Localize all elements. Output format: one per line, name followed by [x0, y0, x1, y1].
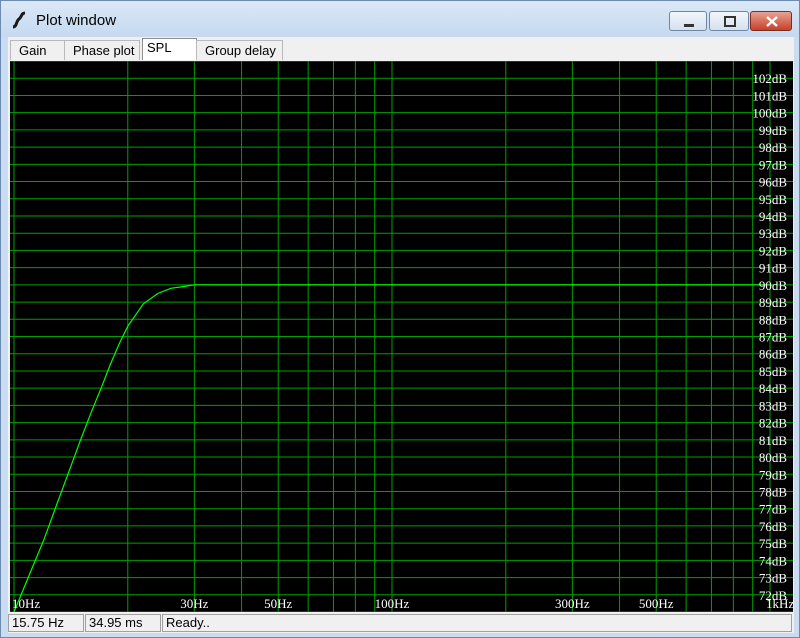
tab-group-delay[interactable]: Group delay: [196, 40, 283, 60]
y-tick-label: 76dB: [759, 519, 788, 534]
app-icon: [12, 11, 26, 29]
y-tick-label: 77dB: [759, 502, 788, 517]
x-tick-label: 50Hz: [264, 596, 292, 611]
y-tick-label: 86dB: [759, 347, 788, 362]
title-bar[interactable]: Plot window: [1, 1, 799, 37]
minimize-button[interactable]: [669, 11, 707, 31]
window-title: Plot window: [36, 12, 117, 29]
maximize-icon: [724, 16, 736, 27]
y-tick-label: 98dB: [759, 140, 788, 155]
y-tick-label: 78dB: [759, 484, 788, 499]
y-tick-label: 83dB: [759, 398, 788, 413]
tab-phase-plot[interactable]: Phase plot: [64, 40, 140, 60]
y-tick-label: 88dB: [759, 312, 788, 327]
y-tick-label: 90dB: [759, 278, 788, 293]
y-tick-label: 89dB: [759, 295, 788, 310]
status-message: Ready..: [162, 614, 792, 632]
spl-chart: 102dB 101dB 100dB 99dB 98dB 97dB 96dB 95dB 94dB 9…: [10, 60, 794, 613]
y-tick-label: 101dB: [752, 88, 787, 103]
y-tick-label: 87dB: [759, 330, 788, 345]
x-tick-label: 100Hz: [375, 596, 410, 611]
tab-strip: Gain Phase plot SPL Group delay: [8, 37, 794, 61]
x-tick-label: 30Hz: [180, 596, 208, 611]
y-tick-label: 93dB: [759, 226, 788, 241]
close-icon: [766, 16, 778, 27]
y-tick-label: 85dB: [759, 364, 788, 379]
y-tick-label: 97dB: [759, 157, 788, 172]
status-frequency: 15.75 Hz: [8, 614, 84, 632]
x-tick-label: 300Hz: [555, 596, 590, 611]
y-tick-label: 102dB: [752, 71, 787, 86]
y-tick-label: 92dB: [759, 243, 788, 258]
minimize-icon: [684, 24, 694, 27]
maximize-button[interactable]: [709, 11, 749, 31]
tab-gain[interactable]: Gain: [10, 40, 66, 60]
y-tick-label: 81dB: [759, 433, 788, 448]
y-tick-label: 99dB: [759, 123, 788, 138]
y-tick-label: 74dB: [759, 553, 788, 568]
x-tick-label: 1kHz: [766, 596, 793, 611]
y-tick-label: 94dB: [759, 209, 788, 224]
y-tick-label: 79dB: [759, 467, 788, 482]
y-tick-label: 91dB: [759, 261, 788, 276]
y-tick-label: 84dB: [759, 381, 788, 396]
spl-plot-area[interactable]: 102dB 101dB 100dB 99dB 98dB 97dB 96dB 95dB 94dB 9…: [10, 60, 794, 613]
close-button[interactable]: [750, 11, 792, 31]
y-tick-label: 100dB: [752, 106, 787, 121]
tab-spl[interactable]: SPL: [142, 38, 197, 60]
status-bar: 15.75 Hz 34.95 ms Ready..: [8, 613, 794, 633]
y-tick-label: 96dB: [759, 175, 788, 190]
plot-window: Plot window Gain Phase plot SPL Group de…: [0, 0, 800, 638]
y-tick-label: 80dB: [759, 450, 788, 465]
client-area: Gain Phase plot SPL Group delay 102dB 101…: [8, 37, 794, 633]
x-tick-label: 10Hz: [12, 596, 40, 611]
y-tick-label: 95dB: [759, 192, 788, 207]
y-tick-label: 73dB: [759, 571, 788, 586]
y-tick-label: 82dB: [759, 416, 788, 431]
status-time: 34.95 ms: [85, 614, 161, 632]
x-tick-label: 500Hz: [639, 596, 674, 611]
y-tick-label: 75dB: [759, 536, 788, 551]
